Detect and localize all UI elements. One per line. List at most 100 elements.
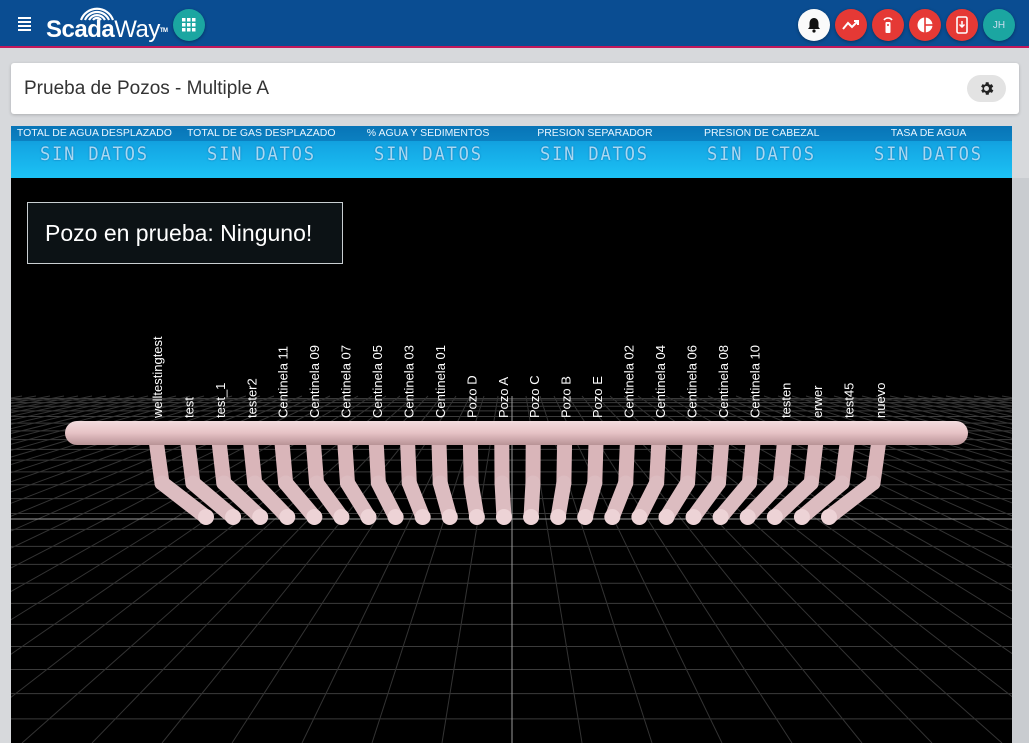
pipe-outlet-cap (495, 509, 512, 525)
metric-value: SIN DATOS (707, 143, 817, 165)
pipe-outlet-cap (333, 509, 350, 525)
pipe-outlet-cap (414, 509, 431, 525)
settings-button[interactable] (967, 75, 1006, 102)
grid-line (161, 395, 443, 743)
grid-line (11, 395, 345, 569)
main-header-pipe (65, 421, 968, 445)
pipe-outlet-cap (279, 509, 296, 525)
well-label[interactable]: Pozo D (464, 375, 479, 418)
user-initials: JH (992, 19, 1006, 31)
pipe-outlet-cap (252, 509, 269, 525)
well-label[interactable]: test_1 (213, 383, 228, 418)
grid-line (903, 395, 1012, 421)
well-label[interactable]: tester2 (244, 378, 259, 418)
grid-line (11, 395, 79, 410)
grid-line (11, 395, 247, 474)
well-label[interactable]: Centinela 01 (433, 345, 448, 418)
well-label[interactable]: nuevo (873, 383, 888, 418)
metric-label: PRESION SEPARADOR (511, 126, 679, 141)
pipe-branches (148, 432, 887, 525)
pipe-outlet-cap (766, 509, 783, 525)
mobile-download-icon (956, 16, 968, 34)
metric-value: SIN DATOS (206, 143, 316, 165)
grid-line (931, 395, 1012, 414)
pipe-outlet-cap (468, 509, 485, 525)
well-label[interactable]: Centinela 07 (339, 345, 354, 418)
user-avatar[interactable]: JH (983, 9, 1015, 41)
metric-label: TASA DE AGUA (845, 126, 1012, 141)
grid-line (875, 395, 1012, 429)
well-label[interactable]: Centinela 02 (622, 345, 637, 418)
pipe-outlet-cap (550, 509, 567, 525)
well-label[interactable]: Centinela 04 (653, 345, 668, 418)
device-button[interactable] (946, 9, 978, 41)
metric-presion-separador: PRESION SEPARADOR SIN DATOS (511, 126, 679, 178)
trending-icon (842, 20, 859, 30)
well-label[interactable]: Pozo B (559, 376, 574, 418)
well-label[interactable]: Centinela 05 (370, 345, 385, 418)
grid-line (889, 395, 1012, 425)
test-status-box: Pozo en prueba: Ninguno! (27, 202, 343, 264)
grid-line (11, 395, 149, 430)
page-scrollbar[interactable] (1012, 178, 1029, 743)
well-label[interactable]: Centinela 11 (276, 346, 291, 418)
scadaway-logo[interactable]: ScadaWayTM (46, 2, 168, 46)
chart-button[interactable] (909, 9, 941, 41)
well-label[interactable]: test (181, 397, 196, 418)
pipe-outlet-cap (387, 509, 404, 525)
well-label[interactable]: welltestingtest (150, 336, 165, 419)
metric-label: PRESION DE CABEZAL (678, 126, 846, 141)
well-label[interactable]: Pozo E (590, 376, 605, 418)
well-label[interactable]: Pozo C (527, 375, 542, 418)
well-label[interactable]: testen (779, 383, 794, 418)
metric-presion-cabezal: PRESION DE CABEZAL SIN DATOS (678, 126, 846, 178)
apps-grid-button[interactable] (173, 9, 205, 41)
remote-button[interactable] (872, 9, 904, 41)
well-label[interactable]: Centinela 06 (684, 345, 699, 418)
metrics-bar: TOTAL DE AGUA DESPLAZADO SIN DATOS TOTAL… (11, 126, 1012, 178)
manifold-3d-view[interactable]: welltestingtest test test_1 tester2 Centinel… (11, 178, 1012, 743)
pipe-outlet-cap (658, 509, 675, 525)
trend-button[interactable] (835, 9, 867, 41)
gear-icon (981, 82, 994, 95)
metric-label: % AGUA Y SEDIMENTOS (344, 126, 512, 141)
metric-label: TOTAL DE GAS DESPLAZADO (177, 126, 345, 141)
header-actions: JH (798, 9, 1015, 41)
notifications-button[interactable] (798, 9, 830, 41)
grid-line (651, 395, 1012, 620)
well-label[interactable]: Centinela 10 (747, 345, 762, 418)
grid-line (833, 395, 1012, 445)
pipe-outlet-cap (631, 509, 648, 525)
metric-agua-sedimentos: % AGUA Y SEDIMENTOS SIN DATOS (344, 126, 512, 178)
well-label[interactable]: Centinela 03 (401, 345, 416, 418)
grid-line (945, 395, 1012, 410)
pipe-outlet-cap (198, 509, 214, 525)
metric-tasa-agua: TASA DE AGUA SIN DATOS (845, 126, 1012, 178)
pipe-outlet-cap (604, 509, 621, 525)
well-label[interactable]: Pozo A (496, 376, 511, 418)
menu-icon[interactable] (18, 14, 38, 34)
grid-line (721, 395, 1012, 517)
pipe-outlet-cap (306, 509, 323, 525)
pipe-outlet-cap (821, 509, 837, 525)
pipe-outlet-cap (739, 509, 756, 525)
logo-wordmark: ScadaWayTM (46, 16, 168, 43)
pipe-outlet-cap (360, 509, 377, 525)
pipe-outlet-cap (712, 509, 729, 525)
pipe-outlet-cap (523, 509, 540, 525)
metric-total-agua: TOTAL DE AGUA DESPLAZADO SIN DATOS (11, 126, 178, 178)
grid-line (805, 395, 1012, 458)
pipe-outlet-cap (577, 509, 594, 525)
well-label[interactable]: test45 (842, 383, 857, 418)
well-label[interactable]: Centinela 09 (307, 345, 322, 418)
grid-line (11, 395, 93, 414)
bell-icon (808, 18, 820, 33)
pipe-outlet-cap (685, 509, 702, 525)
metric-value: SIN DATOS (39, 143, 149, 165)
page-title: Prueba de Pozos - Multiple A (24, 78, 270, 99)
page-title-card: Prueba de Pozos - Multiple A (11, 63, 1019, 114)
well-label[interactable]: Centinela 08 (716, 345, 731, 418)
well-label[interactable]: erwer (810, 385, 825, 418)
metric-value: SIN DATOS (373, 143, 483, 165)
grid-line (609, 395, 1003, 743)
